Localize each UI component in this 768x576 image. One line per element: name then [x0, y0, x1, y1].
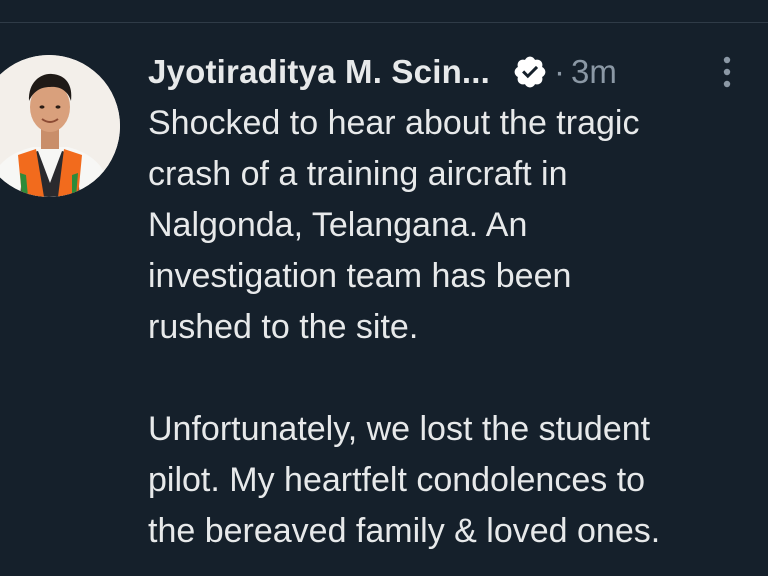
tweet-header: Jyotiraditya M. Scin... · 3m — [148, 48, 748, 96]
separator-dot: · — [554, 53, 566, 90]
verified-badge-icon — [512, 54, 548, 90]
tweet-paragraph: Unfortunately, we lost the student pilot… — [148, 410, 661, 550]
author-display-name[interactable]: Jyotiraditya M. Scin... — [148, 53, 490, 91]
tweet-text: Shocked to hear about the tragic crash o… — [148, 98, 758, 557]
more-options-icon[interactable] — [718, 55, 736, 89]
top-divider — [0, 22, 768, 23]
profile-photo-icon — [0, 55, 120, 197]
avatar[interactable] — [0, 55, 120, 197]
tweet-timestamp[interactable]: 3m — [571, 53, 617, 91]
tweet-paragraph: Shocked to hear about the tragic crash o… — [148, 104, 640, 346]
